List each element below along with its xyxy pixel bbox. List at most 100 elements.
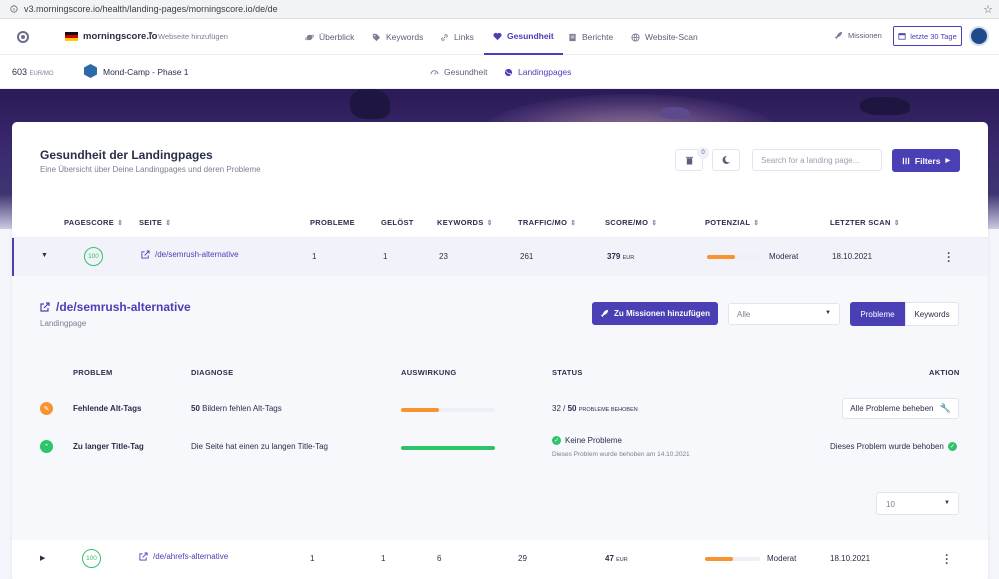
solved-count: 1 (383, 252, 388, 261)
planet-icon (305, 34, 314, 40)
tab-landingpages[interactable]: Landingpages (504, 55, 571, 89)
page-link[interactable]: /de/semrush-alternative (141, 250, 239, 259)
fix-all-label: Alle Probleme beheben (850, 404, 934, 413)
problems-count: 1 (312, 252, 317, 261)
app-logo-icon[interactable] (17, 31, 29, 43)
table-row[interactable]: ▶ 100 /de/ahrefs-alternative 1 1 6 29 47… (12, 540, 988, 578)
missions-button[interactable]: Missionen (834, 31, 882, 40)
report-icon (569, 33, 576, 41)
status-ok: ✓ Keine Probleme (552, 436, 622, 445)
page-link[interactable]: /de/ahrefs-alternative (139, 552, 228, 561)
calendar-icon (898, 33, 906, 40)
col-traffic[interactable]: TRAFFIC/MO ⇕ (518, 218, 576, 227)
nav-label: Berichte (582, 32, 614, 42)
moon-icon (722, 155, 730, 164)
diagnose-description: Bildern fehlen Alt-Tags (202, 404, 282, 413)
col-action: AKTION (929, 368, 960, 377)
keywords-count: 23 (439, 252, 448, 261)
add-website-link[interactable]: Webseite hinzufügen (158, 32, 228, 41)
globe-icon (504, 68, 513, 76)
hero-rock (860, 97, 910, 115)
external-link-icon (40, 302, 50, 312)
potential-bar (705, 557, 760, 561)
col-letzter-scan[interactable]: LETZTER SCAN ⇕ (830, 218, 900, 227)
nav-gesundheit[interactable]: Gesundheit (484, 19, 563, 55)
col-label: LETZTER SCAN (830, 218, 891, 227)
nav-links[interactable]: Links (440, 19, 474, 55)
col-probleme: PROBLEME (310, 218, 355, 227)
score-value: 47 EUR (605, 554, 628, 563)
traffic-value: 261 (520, 252, 534, 261)
dark-mode-button[interactable] (712, 149, 740, 171)
impact-bar-fill (401, 446, 495, 450)
potential-bar (707, 255, 762, 259)
collapse-toggle-icon[interactable]: ▼ (41, 252, 48, 259)
hero-rock (660, 107, 690, 119)
solved-count: 1 (381, 554, 386, 563)
landing-page-search-input[interactable]: Search for a landing page... (752, 149, 882, 171)
nav-label: Keywords (386, 32, 424, 42)
hero-rock (350, 89, 390, 119)
bookmark-star-icon[interactable]: ☆ (983, 3, 993, 16)
nav-label: Gesundheit (507, 31, 554, 41)
check-icon: ✓ (552, 436, 561, 445)
potential-bar-fill (705, 557, 733, 561)
browser-url-bar[interactable]: v3.morningscore.io/health/landing-pages/… (0, 0, 999, 19)
nav-ueberblick[interactable]: Überblick (305, 19, 354, 55)
tab-label: Gesundheit (444, 67, 488, 77)
page-url: /de/semrush-alternative (155, 250, 239, 259)
url-text[interactable]: v3.morningscore.io/health/landing-pages/… (24, 4, 278, 14)
col-label: PAGESCORE (64, 218, 115, 227)
detail-title[interactable]: /de/semrush-alternative (40, 300, 191, 314)
toggle-problems[interactable]: Probleme (850, 302, 905, 326)
add-to-missions-button[interactable]: Zu Missionen hinzufügen (592, 302, 718, 325)
status-progress: 32 / 50 PROBLEME BEHOBEN (552, 404, 638, 413)
detail-subtitle: Landingpage (40, 319, 87, 328)
more-options-icon[interactable]: · · · (947, 247, 951, 267)
top-navigation: morningscore.io ▼ Webseite hinzufügen Üb… (0, 19, 999, 55)
sort-icon: ⇕ (165, 220, 172, 227)
nav-berichte[interactable]: Berichte (568, 19, 613, 55)
project-cube-icon (84, 64, 97, 78)
potential-bar-fill (707, 255, 735, 259)
tab-gesundheit[interactable]: Gesundheit (430, 55, 487, 89)
page-size-value: 10 (886, 500, 895, 509)
filters-button[interactable]: Filters ▶ (892, 149, 960, 172)
toggle-keywords[interactable]: Keywords (905, 302, 959, 326)
problem-filter-select[interactable]: Alle ▼ (728, 303, 840, 325)
diagnose-count: 50 (191, 404, 200, 413)
chevron-up-icon: ⌃ (40, 440, 53, 453)
col-keywords[interactable]: KEYWORDS ⇕ (437, 218, 493, 227)
col-score[interactable]: SCORE/MO ⇕ (605, 218, 657, 227)
potential-label: Moderat (767, 554, 797, 563)
col-diagnose: DIAGNOSE (191, 368, 234, 377)
col-potenzial[interactable]: POTENZIAL ⇕ (705, 218, 759, 227)
user-avatar[interactable] (969, 26, 989, 46)
select-value: Alle (737, 310, 751, 319)
project-name[interactable]: Mond-Camp - Phase 1 (103, 67, 189, 77)
col-impact: AUSWIRKUNG (401, 368, 457, 377)
expand-toggle-icon[interactable]: ▶ (40, 554, 45, 562)
heart-icon (493, 32, 502, 40)
nav-keywords[interactable]: Keywords (372, 19, 423, 55)
external-link-icon (139, 552, 148, 561)
table-row[interactable]: ▼ 100 /de/semrush-alternative 1 1 23 261… (12, 238, 988, 276)
col-seite[interactable]: SEITE ⇕ (139, 218, 171, 227)
score-value: 379 EUR (607, 252, 634, 261)
trash-count-badge: 0 (697, 147, 709, 159)
sort-icon: ⇕ (893, 220, 900, 227)
chevron-down-icon[interactable]: ▼ (147, 31, 154, 38)
page-size-select[interactable]: 10 ▼ (876, 492, 959, 515)
more-options-icon[interactable]: · · · (945, 549, 949, 569)
last-scan-date: 18.10.2021 (832, 252, 873, 261)
diagnose-text: Die Seite hat einen zu langen Title-Tag (191, 442, 328, 451)
col-pagescore[interactable]: PAGESCORE ⇕ (64, 218, 123, 227)
fix-all-problems-button[interactable]: Alle Probleme beheben 🔧 (842, 398, 959, 419)
landing-pages-card: Gesundheit der Landingpages Eine Übersic… (12, 122, 988, 579)
col-label: SEITE (139, 218, 163, 227)
nav-website-scan[interactable]: Website-Scan (631, 19, 698, 55)
sliders-icon (902, 157, 910, 164)
rocket-icon (600, 309, 609, 318)
date-range-button[interactable]: letzte 30 Tage (893, 26, 962, 46)
rocket-icon (834, 31, 843, 40)
